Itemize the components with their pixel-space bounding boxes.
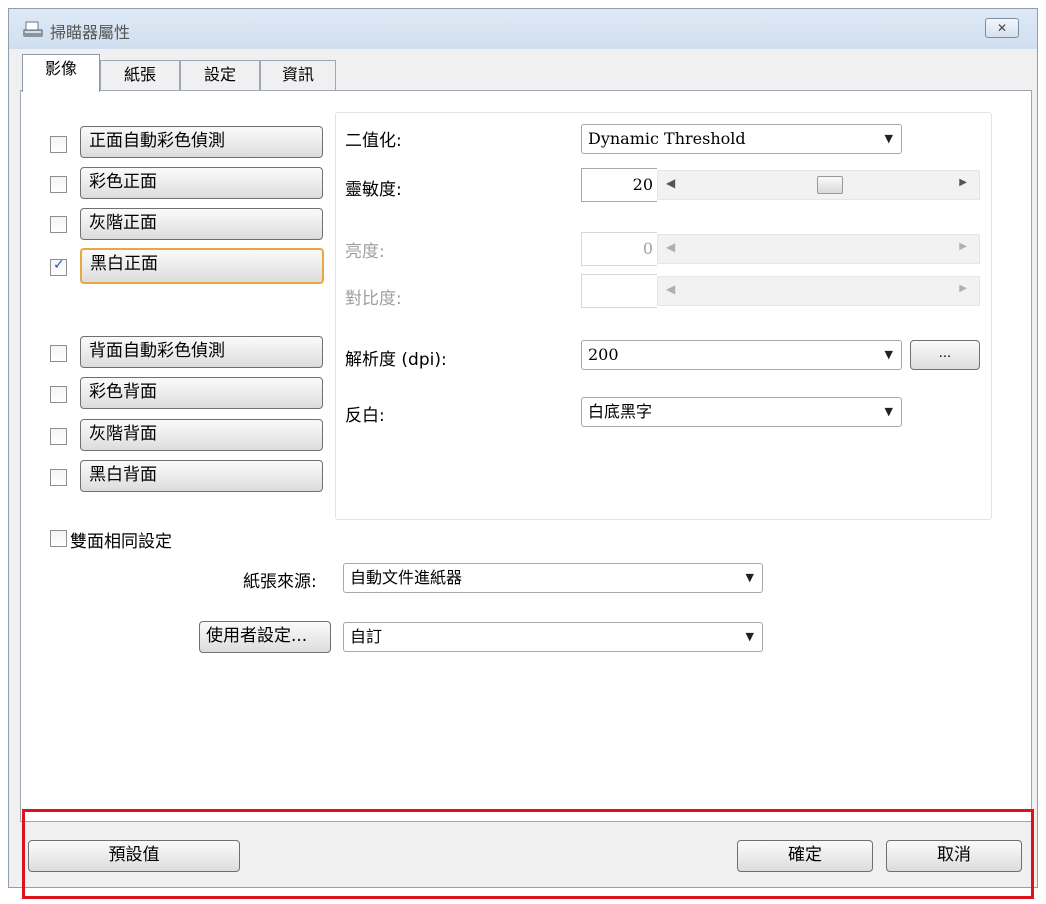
- checkbox-front-auto-color[interactable]: [50, 136, 67, 153]
- checkmark-icon: ✓: [53, 257, 65, 273]
- title-bar: [9, 9, 1037, 49]
- checkbox-gray-back[interactable]: [50, 428, 67, 445]
- slider-left-arrow-icon[interactable]: ◀: [666, 176, 675, 190]
- tab-paper[interactable]: 紙張: [100, 60, 180, 90]
- user-settings-value: 自訂: [350, 627, 383, 646]
- checkbox-gray-front[interactable]: [50, 216, 67, 233]
- paper-source-value: 自動文件進紙器: [350, 568, 463, 587]
- binarization-select[interactable]: Dynamic Threshold ▼: [581, 124, 902, 154]
- checkbox-back-auto-color[interactable]: [50, 345, 67, 362]
- option-color-back[interactable]: 彩色背面: [80, 377, 323, 409]
- dropdown-arrow-icon: ▼: [884, 348, 893, 361]
- option-bw-front[interactable]: 黑白正面: [80, 248, 324, 284]
- brightness-label: 亮度:: [345, 242, 385, 262]
- tab-settings[interactable]: 設定: [180, 60, 260, 90]
- checkbox-color-back[interactable]: [50, 386, 67, 403]
- slider-left-arrow-icon: ◀: [666, 240, 676, 254]
- slider-right-arrow-icon: ▶: [959, 283, 967, 294]
- contrast-value-field: [581, 274, 657, 308]
- slider-left-arrow-icon: ◀: [666, 282, 676, 296]
- slider-right-arrow-icon[interactable]: ▶: [959, 177, 967, 188]
- checkbox-bw-back[interactable]: [50, 469, 67, 486]
- dropdown-arrow-icon: ▼: [884, 132, 893, 145]
- dropdown-arrow-icon: ▼: [745, 571, 754, 584]
- close-button[interactable]: ✕: [985, 18, 1019, 38]
- brightness-slider: ◀ ▶: [657, 234, 980, 264]
- dropdown-arrow-icon: ▼: [745, 630, 754, 643]
- sensitivity-value-field[interactable]: 20: [581, 168, 657, 202]
- checkbox-color-front[interactable]: [50, 176, 67, 193]
- checkbox-bw-front[interactable]: ✓: [50, 257, 67, 276]
- highlight-annotation-box: [22, 809, 1034, 899]
- resolution-label: 解析度 (dpi):: [345, 350, 447, 370]
- sensitivity-label: 靈敏度:: [345, 180, 402, 200]
- contrast-label: 對比度:: [345, 289, 402, 309]
- sensitivity-slider[interactable]: ◀ ▶: [657, 170, 980, 200]
- sensitivity-slider-thumb[interactable]: [817, 176, 844, 194]
- dropdown-arrow-icon: ▼: [884, 405, 893, 418]
- brightness-value-field: 0: [581, 232, 657, 266]
- option-gray-back[interactable]: 灰階背面: [80, 419, 323, 451]
- paper-source-label: 紙張來源:: [243, 572, 317, 592]
- duplex-same-label[interactable]: 雙面相同設定: [70, 527, 172, 552]
- resolution-more-button[interactable]: ...: [910, 340, 980, 370]
- resolution-value: 200: [588, 345, 619, 364]
- tab-info[interactable]: 資訊: [260, 60, 336, 90]
- duplex-same-checkbox[interactable]: [50, 530, 67, 547]
- invert-label: 反白:: [345, 406, 385, 426]
- binarization-label: 二值化:: [345, 131, 402, 151]
- invert-value: 白底黑字: [588, 402, 653, 421]
- paper-source-select[interactable]: 自動文件進紙器 ▼: [343, 563, 763, 593]
- scanner-icon: [23, 21, 43, 37]
- option-color-front[interactable]: 彩色正面: [80, 167, 323, 199]
- slider-right-arrow-icon: ▶: [959, 241, 967, 252]
- option-back-auto-color[interactable]: 背面自動彩色偵測: [80, 336, 323, 368]
- resolution-select[interactable]: 200 ▼: [581, 340, 902, 370]
- binarization-value: Dynamic Threshold: [588, 129, 746, 148]
- tab-image[interactable]: 影像: [22, 54, 100, 92]
- invert-select[interactable]: 白底黑字 ▼: [581, 397, 902, 427]
- option-bw-back[interactable]: 黑白背面: [80, 460, 323, 492]
- window-title: 掃瞄器屬性: [50, 23, 131, 42]
- user-settings-button[interactable]: 使用者設定...: [199, 621, 331, 653]
- option-front-auto-color[interactable]: 正面自動彩色偵測: [80, 126, 323, 158]
- user-settings-select[interactable]: 自訂 ▼: [343, 622, 763, 652]
- option-gray-front[interactable]: 灰階正面: [80, 208, 323, 240]
- contrast-slider: ◀ ▶: [657, 276, 980, 306]
